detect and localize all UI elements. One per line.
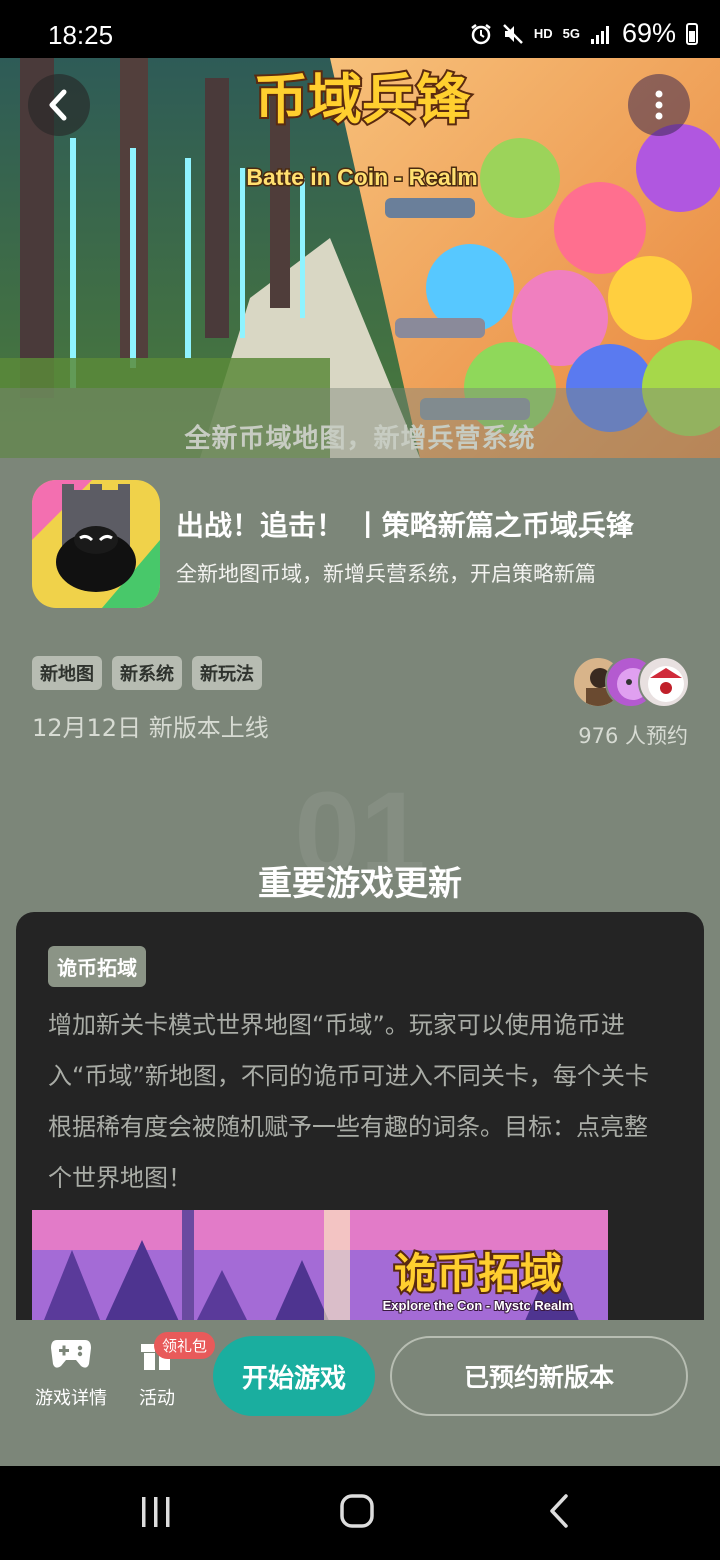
network-indicator: 5G <box>562 26 580 41</box>
hd-indicator: HD <box>533 26 553 41</box>
reserve-count: 976 人预约 <box>578 724 688 748</box>
gamepad-icon <box>51 1340 91 1368</box>
battery-icon <box>686 22 698 45</box>
gift-badge[interactable]: 领礼包 <box>154 1332 216 1359</box>
app-subtitle: 全新地图币域，新增兵营系统，开启策略新篇 <box>176 562 596 586</box>
status-icons: HD 5G 69% <box>470 18 698 49</box>
tag-list: 新地图 新系统 新玩法 <box>32 656 262 690</box>
start-game-button[interactable]: 开始游戏 <box>213 1336 375 1416</box>
banner-logo-title: 币域兵锋 <box>254 68 471 131</box>
reserved-version-button[interactable]: 已预约新版本 <box>390 1336 688 1416</box>
back-arrow-icon <box>49 89 67 121</box>
banner-artwork: 币域兵锋 Batte in Coin - Realm <box>0 58 720 458</box>
banner-caption: 全新币域地图，新增兵营系统 <box>184 424 536 454</box>
battery-text: 69% <box>621 18 676 48</box>
update-image-subtitle: Explore the Con - Mystc Realm <box>383 1298 574 1313</box>
game-details-label: 游戏详情 <box>35 1388 107 1409</box>
activity-label: 活动 <box>139 1388 175 1409</box>
tag-item: 新玩法 <box>192 656 262 690</box>
section-title: 重要游戏更新 <box>258 864 462 904</box>
signal-icon <box>590 25 609 44</box>
bottom-action-bar: 游戏详情 活动 领礼包 开始游戏 已预约新版本 <box>0 1320 720 1466</box>
update-image-title: 诡币拓域 <box>394 1249 562 1298</box>
hero-banner: 币域兵锋 Batte in Coin - Realm <box>0 58 720 458</box>
avatar <box>638 656 690 708</box>
status-time: 18:25 <box>48 20 114 50</box>
update-card: 诡币拓域 增加新关卡模式世界地图“币域”。玩家可以使用诡币进入“币域”新地图，不… <box>16 912 704 1352</box>
update-description: 增加新关卡模式世界地图“币域”。玩家可以使用诡币进入“币域”新地图，不同的诡币可… <box>48 1011 649 1192</box>
more-button[interactable] <box>628 74 690 136</box>
tag-item: 新系统 <box>112 656 182 690</box>
release-date: 12月12日 新版本上线 <box>32 714 269 742</box>
app-title: 出战！追击！ 丨策略新篇之币域兵锋 <box>176 509 634 542</box>
more-icon <box>655 90 663 120</box>
banner-logo-subtitle: Batte in Coin - Realm <box>246 164 477 190</box>
tag-item: 新地图 <box>32 656 102 690</box>
mute-icon <box>502 23 523 44</box>
recents-icon[interactable] <box>138 1494 174 1530</box>
home-icon[interactable] <box>338 1492 376 1530</box>
reserver-avatars[interactable] <box>572 656 690 708</box>
back-button[interactable] <box>28 74 90 136</box>
game-details-tab[interactable]: 游戏详情 <box>26 1332 116 1410</box>
system-back-icon[interactable] <box>544 1492 574 1530</box>
update-tag: 诡币拓域 <box>48 946 146 987</box>
status-bar: 18:25 HD 5G 69% <box>0 0 720 58</box>
system-navigation-bar <box>0 1466 720 1560</box>
app-icon <box>32 480 160 608</box>
alarm-icon <box>471 23 491 44</box>
